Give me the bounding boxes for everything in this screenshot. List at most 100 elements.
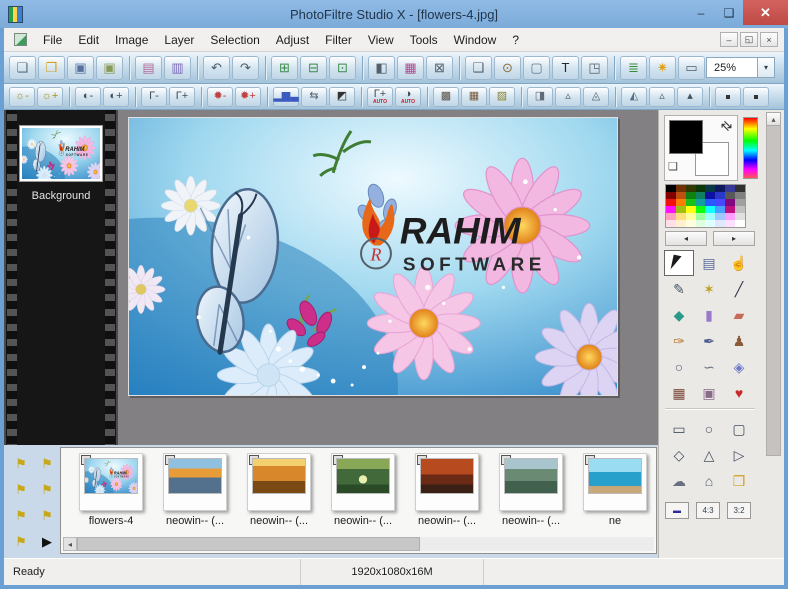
explorer-thumbnail[interactable]: neowin-- (... xyxy=(237,453,321,537)
load-selection-icon[interactable]: ❒ xyxy=(724,468,754,494)
palette-color-cell[interactable] xyxy=(676,192,686,199)
palette-color-cell[interactable] xyxy=(725,185,735,192)
mosaic-tool[interactable]: ▦ xyxy=(664,380,694,406)
scroll-left-button[interactable]: ◂ xyxy=(63,537,77,551)
ratio-3-2-icon[interactable]: 3:2 xyxy=(727,502,751,519)
full-screen-icon[interactable]: ▭ xyxy=(678,56,705,80)
manual-selection-size-icon[interactable]: ▬ xyxy=(665,502,689,519)
scrollbar-thumb[interactable] xyxy=(77,537,420,551)
palette-color-cell[interactable] xyxy=(666,192,676,199)
window-maximize-button[interactable]: ❑ xyxy=(716,0,742,25)
explorer-paste-icon[interactable]: ⚑ xyxy=(34,503,60,529)
menu-file[interactable]: File xyxy=(35,30,70,50)
foreground-color-swatch[interactable] xyxy=(669,120,703,154)
brightness-plus-icon[interactable]: ☼+ xyxy=(37,87,63,107)
palette-color-cell[interactable] xyxy=(676,213,686,220)
histogram-icon[interactable]: ▂▆▃ xyxy=(273,87,299,107)
palette-color-cell[interactable] xyxy=(676,220,686,227)
palette-color-cell[interactable] xyxy=(735,185,745,192)
explorer-thumbnail[interactable]: neowin-- (... xyxy=(321,453,405,537)
palette-color-cell[interactable] xyxy=(735,206,745,213)
palette-color-cell[interactable] xyxy=(666,220,676,227)
palette-color-cell[interactable] xyxy=(666,185,676,192)
auto-levels-icon[interactable]: Γ+ AUTO xyxy=(367,87,393,107)
antidust-icon[interactable]: ▩ xyxy=(433,87,459,107)
explorer-thumbnail[interactable]: neowin-- (... xyxy=(153,453,237,537)
pattern-icon[interactable]: ▨ xyxy=(489,87,515,107)
select-rounded-rect-icon[interactable]: ▢ xyxy=(724,416,754,442)
palette-color-cell[interactable] xyxy=(715,185,725,192)
layer-thumbnail-background[interactable] xyxy=(19,125,103,182)
photo-automate-icon[interactable]: ⊟ xyxy=(300,56,327,80)
menu-layer[interactable]: Layer xyxy=(156,30,202,50)
text-tool-icon[interactable]: T xyxy=(552,56,579,80)
palette-color-cell[interactable] xyxy=(715,206,725,213)
explorer-thumbnail[interactable]: flowers-4 xyxy=(69,453,153,537)
advanced-brush-tool[interactable]: ✒ xyxy=(694,328,724,354)
palette-color-cell[interactable] xyxy=(735,199,745,206)
contrast-plus-icon[interactable]: ◐+ xyxy=(103,87,129,107)
explorer-thumbnail[interactable]: neowin-- (... xyxy=(405,453,489,537)
palette-next-button[interactable]: ▸ xyxy=(713,231,755,246)
select-triangle-icon[interactable]: △ xyxy=(694,442,724,468)
open-icon[interactable]: ❒ xyxy=(38,56,65,80)
palette-color-cell[interactable] xyxy=(735,220,745,227)
palette-color-cell[interactable] xyxy=(715,213,725,220)
redo-icon[interactable]: ↷ xyxy=(232,56,259,80)
saturation-plus-icon[interactable]: ✹+ xyxy=(235,87,261,107)
menu-selection[interactable]: Selection xyxy=(202,30,267,50)
gamma-plus-icon[interactable]: Γ+ xyxy=(169,87,195,107)
auto-contrast-icon[interactable]: ◑ AUTO xyxy=(395,87,421,107)
clone-stamp-tool[interactable]: ♟ xyxy=(724,328,754,354)
palette-color-cell[interactable] xyxy=(725,192,735,199)
select-polygon-icon[interactable]: ⌂ xyxy=(694,468,724,494)
palette-color-cell[interactable] xyxy=(686,213,696,220)
save-icon[interactable]: ▣ xyxy=(67,56,94,80)
ratio-4-3-icon[interactable]: 4:3 xyxy=(696,502,720,519)
menu-tools[interactable]: Tools xyxy=(402,30,446,50)
palette-color-cell[interactable] xyxy=(735,213,745,220)
explorer-thumbnail[interactable]: neowin-- (... xyxy=(489,453,573,537)
spray-tool[interactable]: ▮ xyxy=(694,302,724,328)
palette-color-cell[interactable] xyxy=(666,213,676,220)
levels-shift-icon[interactable]: ⇆ xyxy=(301,87,327,107)
image-size-icon[interactable]: ⊠ xyxy=(426,56,453,80)
mdi-restore-button[interactable]: ◱ xyxy=(740,32,758,47)
palette-color-cell[interactable] xyxy=(696,192,706,199)
retouch-tool[interactable]: ◈ xyxy=(724,354,754,380)
mdi-minimize-button[interactable]: – xyxy=(720,32,738,47)
copy-image-icon[interactable]: ❑ xyxy=(465,56,492,80)
swap-colors-icon[interactable]: ⇄ xyxy=(717,116,736,135)
menu-filter[interactable]: Filter xyxy=(317,30,360,50)
explorer-save-icon[interactable]: ⚑ xyxy=(34,477,60,503)
eyedropper-tool[interactable]: ✎ xyxy=(664,276,694,302)
palette-color-cell[interactable] xyxy=(666,206,676,213)
palette-color-cell[interactable] xyxy=(735,192,745,199)
hue-gradient-bar[interactable] xyxy=(743,117,758,179)
scroll-up-button[interactable]: ▴ xyxy=(766,112,781,126)
palette-color-cell[interactable] xyxy=(705,192,715,199)
canvas-image[interactable] xyxy=(128,117,618,396)
zoom-level-value[interactable]: 25% xyxy=(706,57,758,78)
photo-export-icon[interactable]: ⊡ xyxy=(329,56,356,80)
menu-window[interactable]: Window xyxy=(446,30,505,50)
brightness-minus-icon[interactable]: ☼- xyxy=(9,87,35,107)
blur-drop-icon[interactable]: ▵ xyxy=(555,87,581,107)
window-close-button[interactable]: ✕ xyxy=(743,0,788,25)
palette-color-cell[interactable] xyxy=(686,199,696,206)
palette-color-cell[interactable] xyxy=(696,185,706,192)
sharpen-drop-icon[interactable]: ◬ xyxy=(583,87,609,107)
select-rectangle-icon[interactable]: ▭ xyxy=(664,416,694,442)
rgb-screen-icon[interactable] xyxy=(715,87,741,107)
crop-selection-icon[interactable]: ◳ xyxy=(581,56,608,80)
explorer-open-icon[interactable]: ⚑ xyxy=(8,477,34,503)
select-rhombus-icon[interactable]: ◇ xyxy=(664,442,694,468)
image-properties-icon[interactable]: ⊙ xyxy=(494,56,521,80)
palette-color-cell[interactable] xyxy=(715,220,725,227)
select-triangle-right-icon[interactable]: ▷ xyxy=(724,442,754,468)
layer-manager-tool[interactable]: ▤ xyxy=(694,250,724,276)
filters-star-icon[interactable]: ✷ xyxy=(649,56,676,80)
palette-color-cell[interactable] xyxy=(696,220,706,227)
palette-color-cell[interactable] xyxy=(725,206,735,213)
palette-color-cell[interactable] xyxy=(676,185,686,192)
